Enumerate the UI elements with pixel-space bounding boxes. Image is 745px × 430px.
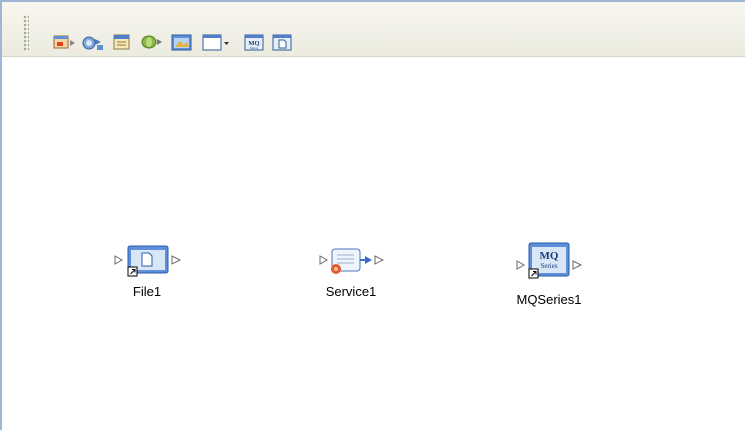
file-tool-icon[interactable] xyxy=(52,32,75,52)
mqseries1-label: MQSeries1 xyxy=(516,292,582,307)
mqseries-tool-icon[interactable]: MQ Series xyxy=(243,32,265,52)
file1-node[interactable]: File1 xyxy=(114,241,189,301)
svg-text:MQ: MQ xyxy=(540,250,559,262)
service1-label: Service1 xyxy=(325,284,377,299)
svg-text:Series: Series xyxy=(540,262,557,270)
file1-label: File1 xyxy=(132,284,162,299)
image-tool-icon[interactable] xyxy=(170,32,192,52)
service1-node[interactable]: Service1 xyxy=(314,241,394,301)
svg-text:Series: Series xyxy=(250,46,259,50)
file-window-tool-icon[interactable] xyxy=(271,32,293,52)
database-tool-icon[interactable] xyxy=(140,32,162,52)
calendar-tool-icon[interactable] xyxy=(111,32,133,52)
window-dropdown-icon[interactable] xyxy=(201,32,231,52)
editor-canvas[interactable]: File1 Service1 MQ Series MQSeries1 xyxy=(2,57,745,430)
service-tool-icon[interactable] xyxy=(81,32,103,52)
toolbar-grip[interactable] xyxy=(23,15,29,51)
mqseries1-node[interactable]: MQ Series MQSeries1 xyxy=(512,239,602,309)
palette-toolbar: MQ Series xyxy=(2,2,745,57)
